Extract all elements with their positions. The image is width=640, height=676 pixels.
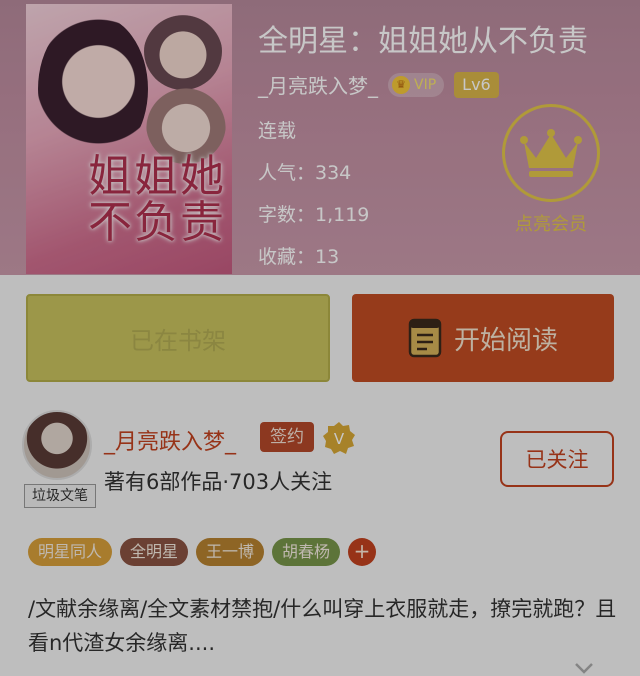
on-shelf-button[interactable]: 已在书架 [26, 294, 330, 382]
tag-list: 明星同人 全明星 王一博 胡春杨 + [28, 538, 377, 566]
avatar-tag: 垃圾文笔 [24, 484, 96, 508]
book-cover[interactable]: 姐姐她不负责 [26, 4, 232, 274]
cover-figure-main [38, 14, 148, 164]
following-button[interactable]: 已关注 [500, 431, 614, 487]
tag-item[interactable]: 全明星 [120, 538, 189, 566]
start-reading-label: 开始阅读 [453, 325, 558, 356]
member-label[interactable]: 点亮会员 [504, 210, 598, 236]
verified-icon: V [322, 421, 356, 455]
start-reading-button[interactable]: 开始阅读 [352, 294, 614, 382]
book-word-count: 字数：1,119 [258, 204, 370, 226]
chevron-down-icon[interactable] [574, 660, 594, 676]
author-card-name[interactable]: _月亮跌入梦_ [104, 424, 236, 456]
book-header: 姐姐她不负责 全明星：姐姐她从不负责 _月亮跌入梦_ ♛ VIP Lv6 连载 … [0, 0, 640, 275]
signed-badge: 签约 [260, 422, 314, 452]
author-row: _月亮跌入梦_ ♛ VIP Lv6 [258, 70, 499, 99]
level-badge: Lv6 [454, 71, 499, 98]
cover-figure-top [144, 12, 222, 90]
tag-item[interactable]: 明星同人 [28, 538, 113, 566]
author-stats: 著有6部作品·703人关注 [104, 470, 333, 494]
tag-item[interactable]: 胡春杨 [272, 538, 341, 566]
book-status: 连载 [258, 120, 297, 142]
crown-icon: ♛ [392, 75, 410, 94]
book-synopsis[interactable]: /文献余缘离/全文素材禁抱/什么叫穿上衣服就走，撩完就跑？且看n代渣女余缘离..… [28, 592, 618, 660]
book-favorites: 收藏：13 [258, 246, 340, 268]
crown-icon [520, 129, 582, 177]
tag-item[interactable]: 王一博 [196, 538, 265, 566]
author-name[interactable]: _月亮跌入梦_ [258, 70, 378, 99]
vip-badge: ♛ VIP [388, 72, 445, 97]
book-icon [408, 318, 442, 358]
vip-label: VIP [414, 76, 437, 93]
cover-title: 姐姐她不负责 [88, 151, 226, 248]
book-title: 全明星：姐姐她从不负责 [258, 24, 588, 59]
book-popularity: 人气：334 [258, 162, 352, 184]
verified-glyph: V [334, 430, 345, 448]
member-button[interactable] [502, 104, 600, 202]
add-tag-button[interactable]: + [348, 538, 377, 566]
author-avatar[interactable] [22, 410, 92, 480]
